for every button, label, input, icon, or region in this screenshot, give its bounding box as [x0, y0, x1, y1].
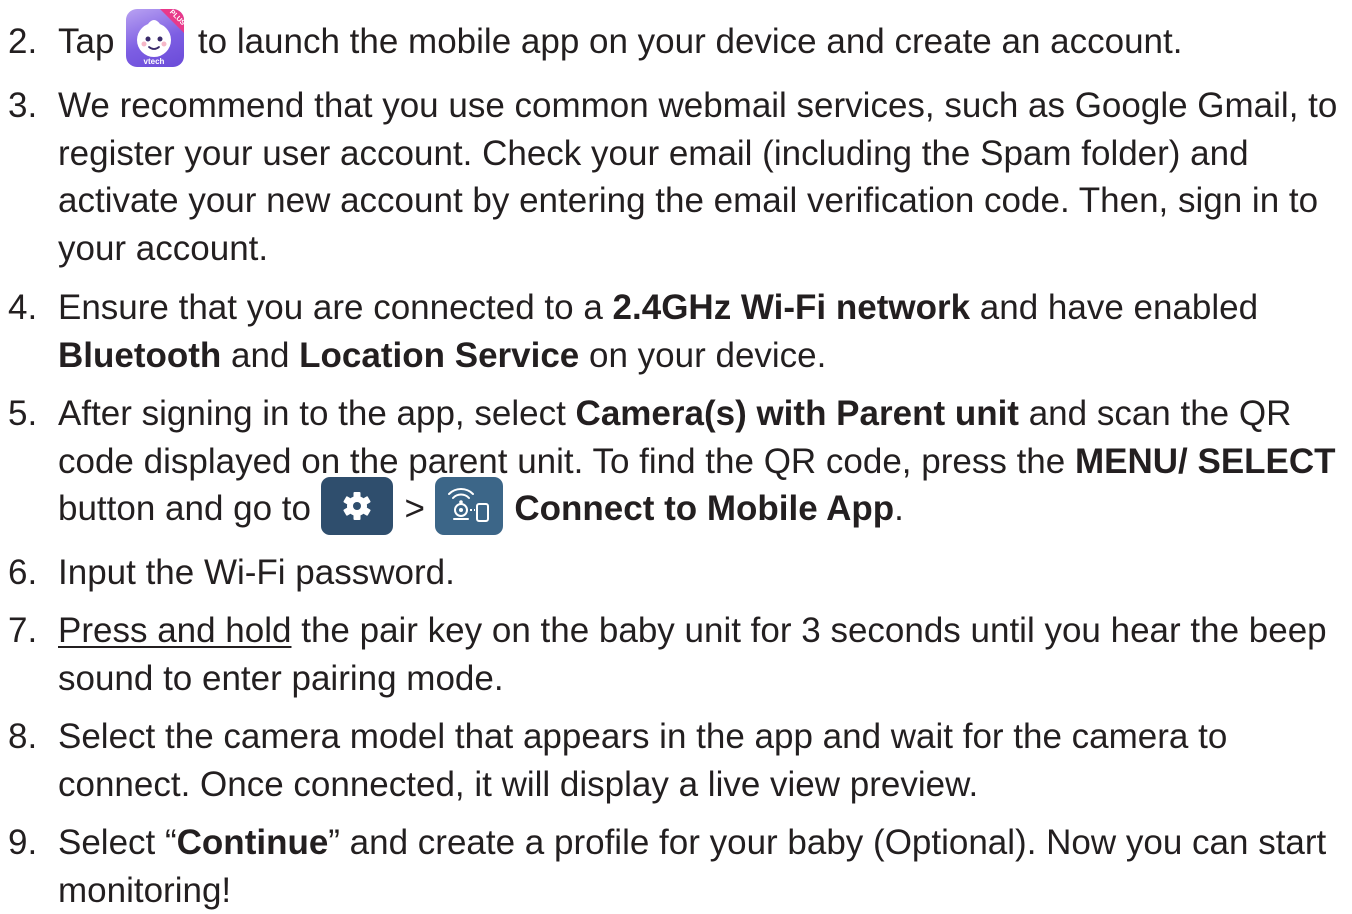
- press-and-hold-underlined: Press and hold: [58, 611, 292, 650]
- step-text-part: button and go to: [58, 489, 311, 528]
- instructions-page: 2. Tap PLUS vtech to launch the mobile a…: [0, 0, 1352, 910]
- menu-select-bold: MENU/ SELECT: [1074, 441, 1336, 481]
- connect-to-mobile-app-icon[interactable]: [434, 476, 503, 535]
- step-text-part: and have enabled: [979, 288, 1259, 327]
- step-number: 8.: [8, 717, 38, 756]
- step-text: Input the Wi-Fi password.: [58, 553, 455, 592]
- step-7: 7. Press and hold the pair key on the ba…: [0, 607, 1352, 702]
- connect-mobile-app-bold: Connect to Mobile App: [514, 489, 895, 528]
- step-text-part: After signing in to the app, select: [58, 394, 566, 433]
- location-service-bold: Location Service: [299, 335, 580, 375]
- step-number: 3.: [8, 86, 38, 125]
- step-2: 2. Tap PLUS vtech to launch the mobile a…: [0, 8, 1352, 67]
- step-text: Press and hold the pair key on the baby …: [58, 607, 1352, 702]
- step-number: 9.: [8, 823, 38, 862]
- step-text-part: to launch the mobile app on your device …: [197, 22, 1183, 61]
- step-number: 2.: [8, 22, 38, 61]
- step-8: 8. Select the camera model that appears …: [0, 713, 1352, 808]
- step-3: 3. We recommend that you use common webm…: [0, 82, 1352, 272]
- gear-icon[interactable]: [320, 476, 393, 535]
- step-number: 7.: [8, 611, 38, 650]
- step-text: After signing in to the app, select Came…: [58, 390, 1352, 535]
- step-4: 4. Ensure that you are connected to a 2.…: [0, 284, 1352, 379]
- step-text: Select the camera model that appears in …: [58, 717, 1228, 804]
- step-text-part: .: [894, 489, 904, 528]
- step-text-part: >: [404, 489, 425, 528]
- step-number: 6.: [8, 553, 38, 592]
- step-text: Ensure that you are connected to a 2.4GH…: [58, 284, 1352, 379]
- step-text: We recommend that you use common webmail…: [58, 86, 1338, 268]
- step-text-part: on your device.: [589, 335, 827, 375]
- step-text: Tap PLUS vtech to launch the mobile app …: [58, 8, 1352, 67]
- step-5: 5. After signing in to the app, select C…: [0, 390, 1352, 535]
- step-number: 4.: [8, 288, 38, 327]
- step-text-part: and: [231, 335, 290, 375]
- step-text: Select “Continue” and create a profile f…: [58, 819, 1352, 914]
- vtech-brand-text: vtech: [144, 57, 165, 66]
- bluetooth-bold: Bluetooth: [58, 335, 222, 375]
- step-text-part: Select “: [58, 823, 177, 862]
- step-number: 5.: [8, 394, 38, 433]
- step-text-part: Ensure that you are connected to a: [58, 288, 603, 327]
- continue-bold: Continue: [176, 823, 329, 862]
- camera-parent-unit-bold: Camera(s) with Parent unit: [575, 394, 1019, 433]
- step-9: 9. Select “Continue” and create a profil…: [0, 819, 1352, 914]
- vtech-app-icon[interactable]: PLUS vtech: [126, 8, 185, 67]
- step-text-part: Tap: [58, 22, 115, 61]
- wifi-network-bold: 2.4GHz Wi-Fi network: [612, 288, 971, 327]
- step-6: 6. Input the Wi-Fi password.: [0, 549, 1352, 597]
